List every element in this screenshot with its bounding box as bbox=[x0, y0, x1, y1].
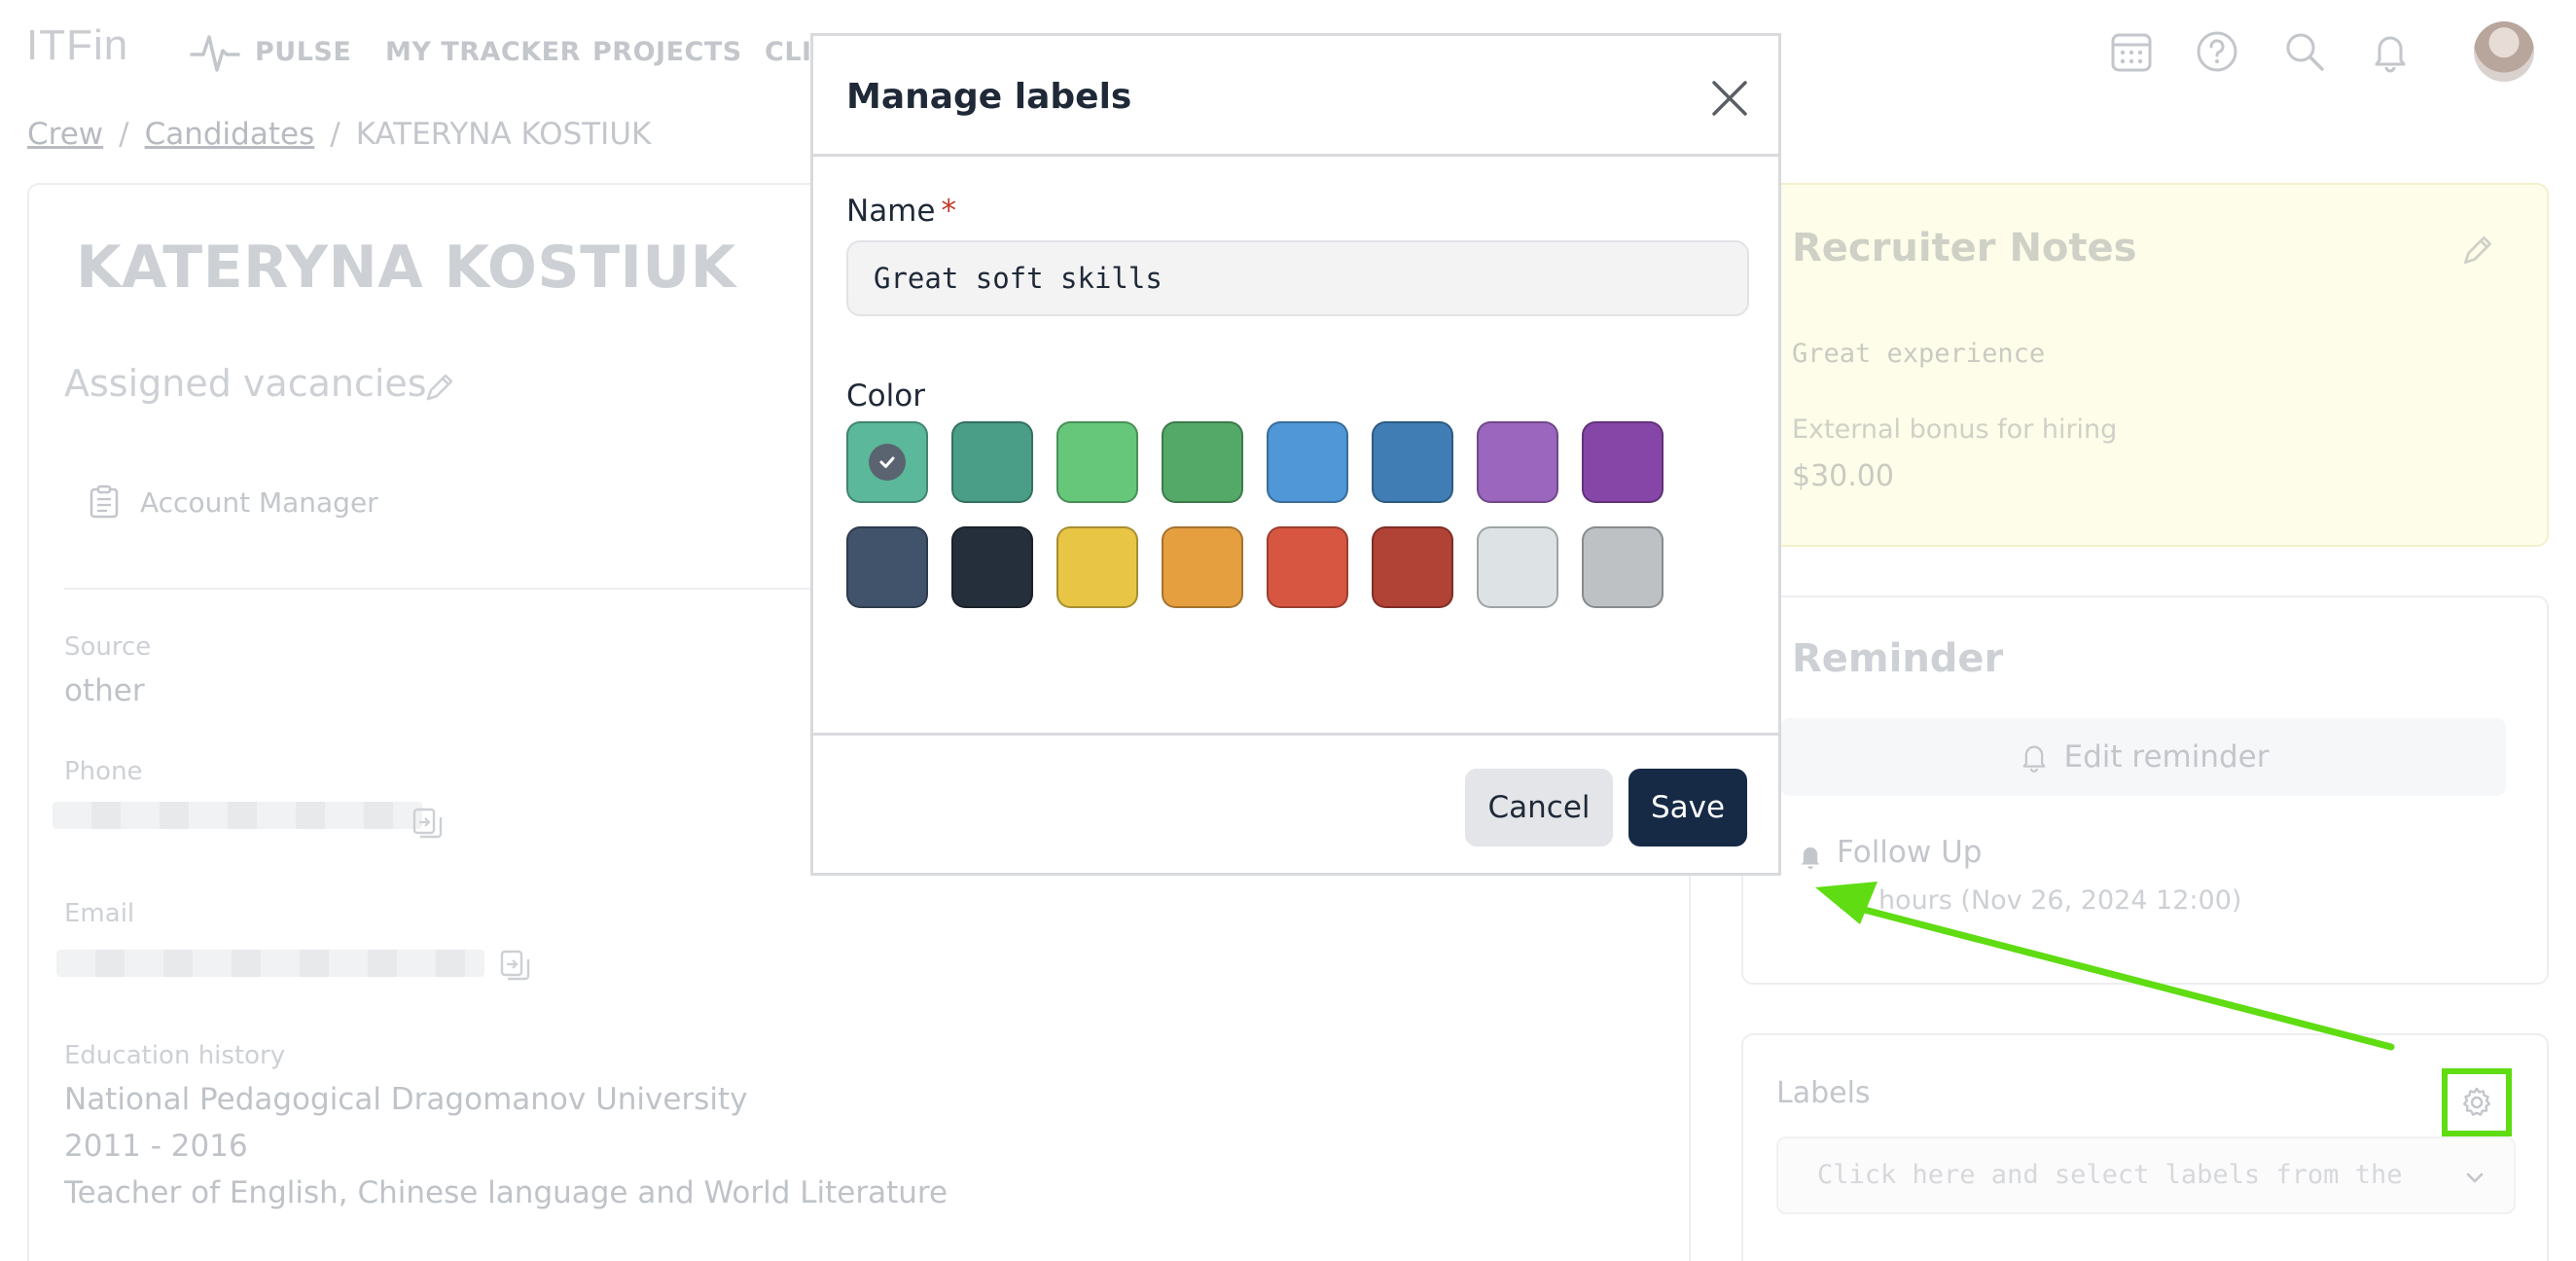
phone-label: Phone bbox=[64, 757, 143, 786]
breadcrumb-crew-link[interactable]: Crew bbox=[27, 117, 103, 152]
nav-item-projects[interactable]: PROJECTS bbox=[592, 37, 742, 67]
breadcrumb-candidates-link[interactable]: Candidates bbox=[145, 117, 315, 152]
name-field-label: Name * bbox=[846, 194, 956, 229]
chevron-down-icon bbox=[2466, 1172, 2484, 1183]
reminder-title: Reminder bbox=[1792, 636, 2004, 681]
clipboard-icon bbox=[89, 485, 119, 519]
color-swatch-1[interactable] bbox=[846, 421, 928, 503]
follow-up-label: Follow Up bbox=[1837, 835, 1983, 870]
name-label-text: Name bbox=[846, 194, 936, 229]
edit-reminder-label: Edit reminder bbox=[2063, 739, 2270, 775]
selected-check-icon bbox=[869, 444, 906, 481]
labels-select[interactable]: Click here and select labels from the bbox=[1776, 1136, 2516, 1214]
color-swatch-grid bbox=[846, 421, 1683, 608]
source-label: Source bbox=[64, 632, 152, 662]
recruiter-notes-title: Recruiter Notes bbox=[1792, 226, 2137, 270]
color-swatch-4[interactable] bbox=[1162, 421, 1243, 503]
color-swatch-11[interactable] bbox=[1056, 526, 1138, 608]
search-icon[interactable] bbox=[2282, 29, 2327, 74]
modal-footer: Cancel Save bbox=[813, 733, 1778, 876]
reminder-card: Reminder Edit reminder Follow Up 11 hour… bbox=[1741, 595, 2549, 985]
user-avatar[interactable] bbox=[2474, 21, 2534, 82]
color-swatch-13[interactable] bbox=[1267, 526, 1348, 608]
source-value: other bbox=[64, 673, 145, 708]
breadcrumb: Crew / Candidates / KATERYNA KOSTIUK bbox=[27, 117, 652, 152]
color-swatch-5[interactable] bbox=[1267, 421, 1348, 503]
color-swatch-3[interactable] bbox=[1056, 421, 1138, 503]
color-swatch-10[interactable] bbox=[951, 526, 1033, 608]
candidate-name: KATERYNA KOSTIUK bbox=[76, 234, 736, 302]
modal-title: Manage labels bbox=[846, 77, 1132, 117]
copy-phone-icon[interactable] bbox=[411, 806, 444, 841]
bonus-label: External bonus for hiring bbox=[1792, 414, 2118, 445]
pulse-icon bbox=[190, 35, 240, 72]
modal-header: Manage labels bbox=[813, 36, 1778, 157]
education-years: 2011 - 2016 bbox=[64, 1129, 248, 1164]
education-degree: Teacher of English, Chinese language and… bbox=[64, 1175, 948, 1210]
bell-filled-icon bbox=[1801, 847, 1820, 870]
color-field-label: Color bbox=[846, 378, 925, 414]
manage-labels-modal: Manage labels Name* Color Cancel Save bbox=[810, 33, 1781, 876]
bonus-value: $30.00 bbox=[1792, 459, 1894, 493]
color-swatch-12[interactable] bbox=[1162, 526, 1243, 608]
edit-vacancies-pencil-icon[interactable] bbox=[422, 370, 457, 405]
color-swatch-8[interactable] bbox=[1582, 421, 1664, 503]
required-asterisk: * bbox=[941, 194, 956, 229]
breadcrumb-current: KATERYNA KOSTIUK bbox=[355, 117, 652, 152]
gear-icon bbox=[2462, 1087, 2491, 1116]
nav-item-pulse[interactable]: PULSE bbox=[255, 37, 351, 67]
notification-bell-icon[interactable] bbox=[2368, 29, 2413, 74]
close-icon[interactable] bbox=[1706, 75, 1753, 122]
help-icon[interactable] bbox=[2195, 29, 2239, 74]
nav-item-my-tracker[interactable]: MY TRACKER bbox=[385, 37, 581, 67]
email-value-redacted bbox=[56, 950, 484, 977]
color-swatch-2[interactable] bbox=[951, 421, 1033, 503]
save-button[interactable]: Save bbox=[1628, 769, 1747, 847]
recruiter-notes-card: Recruiter Notes Great experience Externa… bbox=[1767, 183, 2549, 547]
color-swatch-14[interactable] bbox=[1372, 526, 1453, 608]
calendar-icon[interactable] bbox=[2109, 29, 2154, 74]
manage-labels-gear-button[interactable] bbox=[2442, 1068, 2512, 1136]
color-swatch-9[interactable] bbox=[846, 526, 928, 608]
edit-reminder-button[interactable]: Edit reminder bbox=[1780, 718, 2506, 796]
cancel-button[interactable]: Cancel bbox=[1465, 769, 1613, 847]
education-university: National Pedagogical Dragomanov Universi… bbox=[64, 1082, 748, 1117]
color-swatch-16[interactable] bbox=[1582, 526, 1664, 608]
follow-up-time: 11 hours (Nov 26, 2024 12:00) bbox=[1837, 885, 2242, 916]
color-swatch-6[interactable] bbox=[1372, 421, 1453, 503]
label-name-input[interactable] bbox=[846, 240, 1749, 316]
labels-title: Labels bbox=[1776, 1076, 1871, 1110]
color-swatch-7[interactable] bbox=[1477, 421, 1558, 503]
color-swatch-15[interactable] bbox=[1477, 526, 1558, 608]
app-logo[interactable]: ITFin bbox=[26, 21, 128, 70]
bell-outline-icon bbox=[2022, 745, 2045, 773]
email-label: Email bbox=[64, 899, 135, 928]
phone-value-redacted bbox=[53, 802, 422, 829]
edit-notes-pencil-icon[interactable] bbox=[2459, 232, 2496, 269]
education-label: Education history bbox=[64, 1041, 286, 1070]
vacancy-account-manager[interactable]: Account Manager bbox=[140, 486, 378, 519]
recruiter-notes-text: Great experience bbox=[1792, 339, 2046, 369]
copy-email-icon[interactable] bbox=[498, 948, 531, 983]
labels-card: Labels Click here and select labels from… bbox=[1741, 1033, 2549, 1261]
labels-select-placeholder: Click here and select labels from the bbox=[1817, 1160, 2403, 1190]
assigned-vacancies-title: Assigned vacancies bbox=[64, 362, 427, 405]
